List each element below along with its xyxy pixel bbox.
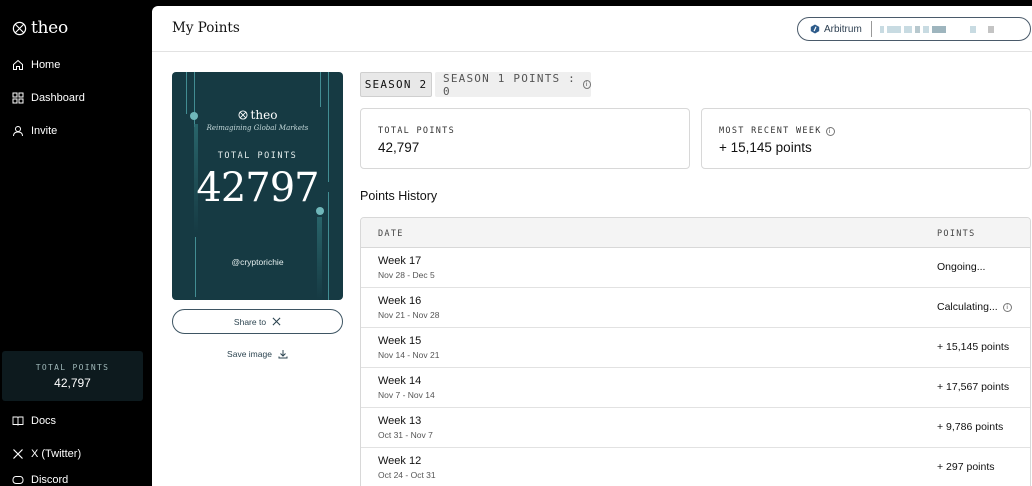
table-row: Week 16 Nov 21 - Nov 28 Calculating... bbox=[361, 288, 1030, 328]
card-handle: @cryptorichie bbox=[231, 257, 284, 267]
total-points-label-text: TOTAL POINTS bbox=[378, 126, 456, 136]
wallet-address-redacted bbox=[879, 25, 994, 33]
table-header: DATE POINTS bbox=[361, 218, 1030, 248]
home-icon bbox=[13, 59, 23, 70]
row-points-text: + 297 points bbox=[937, 461, 995, 473]
wallet-divider bbox=[870, 21, 872, 37]
nav-invite-label: Invite bbox=[31, 125, 58, 137]
nav-twitter-label: X (Twitter) bbox=[31, 448, 82, 460]
info-icon[interactable] bbox=[1002, 302, 1012, 312]
arbitrum-icon bbox=[810, 24, 820, 34]
card-decoration bbox=[320, 72, 321, 107]
recent-week-label-text: MOST RECENT WEEK bbox=[719, 126, 822, 136]
row-week: Week 14 bbox=[378, 375, 422, 387]
nav-discord[interactable]: Discord bbox=[12, 474, 68, 486]
row-points: + 297 points bbox=[937, 461, 995, 473]
card-points-value: 42797 bbox=[196, 165, 319, 211]
book-icon bbox=[12, 416, 24, 426]
row-range: Nov 21 - Nov 28 bbox=[378, 310, 440, 320]
user-icon bbox=[13, 126, 23, 137]
sidebar-total-points-label: TOTAL POINTS bbox=[35, 363, 110, 372]
row-points-text: Calculating... bbox=[937, 301, 998, 313]
nav-dashboard-label: Dashboard bbox=[31, 92, 85, 104]
table-row: Week 14 Nov 7 - Nov 14 + 17,567 points bbox=[361, 368, 1030, 408]
card-points-label: TOTAL POINTS bbox=[217, 151, 298, 161]
column-header-date: DATE bbox=[378, 229, 404, 239]
table-row: Week 17 Nov 28 - Dec 5 Ongoing... bbox=[361, 248, 1030, 288]
row-points-text: + 9,786 points bbox=[937, 421, 1004, 433]
column-header-points: POINTS bbox=[937, 229, 976, 239]
card-tagline: Reimagining Global Markets bbox=[206, 124, 309, 132]
points-history-table: DATE POINTS Week 17 Nov 28 - Dec 5 Ongoi… bbox=[360, 217, 1031, 486]
brand-name: theo bbox=[31, 18, 68, 38]
recent-week-card: MOST RECENT WEEK + 15,145 points bbox=[701, 108, 1031, 169]
row-week: Week 12 bbox=[378, 455, 422, 467]
info-icon[interactable] bbox=[582, 80, 591, 89]
tab-season-1[interactable]: SEASON 1 POINTS : 0 bbox=[435, 71, 591, 98]
row-week: Week 13 bbox=[378, 415, 422, 427]
save-image-label: Save image bbox=[227, 349, 272, 359]
card-decoration bbox=[195, 237, 196, 297]
total-points-card: TOTAL POINTS 42,797 bbox=[360, 108, 690, 169]
download-icon bbox=[278, 350, 288, 359]
sidebar-total-points-value: 42,797 bbox=[54, 376, 91, 390]
sidebar-total-points: TOTAL POINTS 42,797 bbox=[2, 351, 143, 401]
table-row: Week 13 Oct 31 - Nov 7 + 9,786 points bbox=[361, 408, 1030, 448]
row-points: + 9,786 points bbox=[937, 421, 1003, 433]
row-range: Nov 14 - Nov 21 bbox=[378, 350, 440, 360]
wallet-button[interactable]: Arbitrum bbox=[797, 17, 1031, 41]
points-history-title: Points History bbox=[360, 189, 438, 203]
row-points: Ongoing... bbox=[937, 261, 985, 273]
save-image-button[interactable]: Save image bbox=[172, 349, 343, 359]
brand-logo[interactable]: theo bbox=[12, 18, 68, 38]
sidebar: theo Home Dashboard Invite TOTAL POINTS … bbox=[0, 0, 152, 486]
nav-discord-label: Discord bbox=[31, 474, 69, 486]
nav-home[interactable]: Home bbox=[12, 59, 60, 71]
row-points-text: Ongoing... bbox=[937, 261, 986, 273]
total-points-label: TOTAL POINTS bbox=[378, 126, 455, 136]
row-range: Nov 7 - Nov 14 bbox=[378, 390, 435, 400]
nav-docs[interactable]: Docs bbox=[12, 415, 56, 427]
nav-twitter[interactable]: X (Twitter) bbox=[12, 448, 81, 460]
row-range: Oct 31 - Nov 7 bbox=[378, 430, 433, 440]
card-brand: theo bbox=[172, 108, 343, 122]
recent-week-label: MOST RECENT WEEK bbox=[719, 126, 835, 136]
row-range: Nov 28 - Dec 5 bbox=[378, 270, 435, 280]
main-panel: My Points Arbitrum theo Reimagining Glob… bbox=[152, 6, 1032, 486]
table-row: Week 15 Nov 14 - Nov 21 + 15,145 points bbox=[361, 328, 1030, 368]
theo-logo-icon bbox=[238, 110, 248, 120]
row-week: Week 17 bbox=[378, 255, 422, 267]
table-row: Week 12 Oct 24 - Oct 31 + 297 points bbox=[361, 448, 1030, 486]
share-button-label: Share to bbox=[233, 316, 267, 327]
wallet-network: Arbitrum bbox=[824, 23, 862, 35]
total-points-value: 42,797 bbox=[378, 140, 420, 155]
row-points-text: + 17,567 points bbox=[937, 381, 1010, 393]
recent-week-value: + 15,145 points bbox=[719, 140, 812, 155]
tab-season-2[interactable]: SEASON 2 bbox=[360, 72, 432, 97]
row-week: Week 16 bbox=[378, 295, 422, 307]
row-week: Week 15 bbox=[378, 335, 422, 347]
dashboard-icon bbox=[12, 92, 24, 104]
x-logo-icon bbox=[13, 449, 23, 459]
page-header: My Points Arbitrum bbox=[152, 6, 1032, 52]
row-points-text: + 15,145 points bbox=[937, 341, 1010, 353]
discord-icon bbox=[12, 476, 24, 484]
nav-docs-label: Docs bbox=[31, 415, 57, 427]
nav-invite[interactable]: Invite bbox=[12, 125, 57, 137]
row-range: Oct 24 - Oct 31 bbox=[378, 470, 436, 480]
row-points: Calculating... bbox=[937, 301, 1012, 313]
row-points: + 15,145 points bbox=[937, 341, 1009, 353]
page-title: My Points bbox=[172, 20, 240, 36]
row-points: + 17,567 points bbox=[937, 381, 1009, 393]
share-card: theo Reimagining Global Markets TOTAL PO… bbox=[172, 72, 343, 300]
nav-home-label: Home bbox=[31, 59, 61, 71]
tab-season-1-label: SEASON 1 POINTS : 0 bbox=[443, 71, 576, 98]
share-to-x-button[interactable]: Share to bbox=[172, 309, 343, 334]
info-icon[interactable] bbox=[825, 126, 835, 136]
nav-dashboard[interactable]: Dashboard bbox=[12, 92, 85, 104]
card-brand-name: theo bbox=[250, 108, 278, 122]
x-logo-icon bbox=[272, 317, 281, 326]
theo-logo-icon bbox=[12, 21, 27, 35]
